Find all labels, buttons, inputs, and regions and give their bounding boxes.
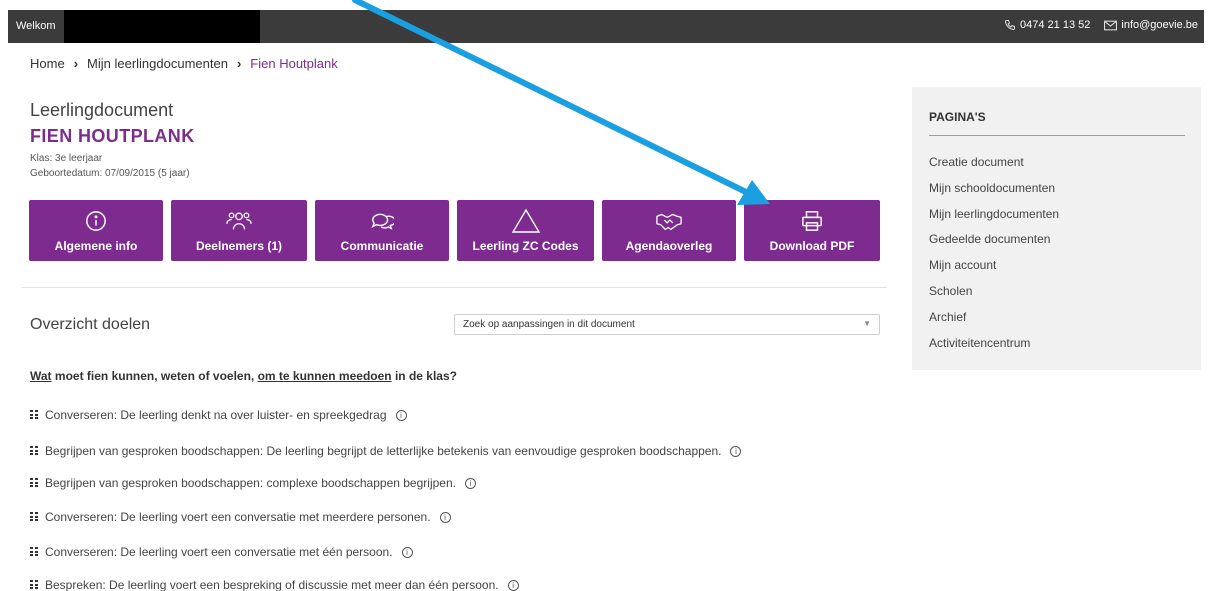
- phone-icon: [1004, 19, 1016, 31]
- redacted-username: [64, 10, 260, 43]
- algemene-info-label: Algemene info: [54, 238, 138, 253]
- drag-handle-icon[interactable]: [30, 547, 39, 557]
- goals-question: Wat moet fien kunnen, weten of voelen, o…: [30, 369, 457, 383]
- goal-item[interactable]: Converseren: De leerling voert een conve…: [30, 545, 413, 559]
- breadcrumb-home[interactable]: Home: [30, 56, 65, 71]
- search-select[interactable]: Zoek op aanpassingen in dit document ▼: [454, 314, 880, 335]
- chevron-down-icon: ▼: [863, 319, 871, 328]
- sidebar-item-activiteitencentrum[interactable]: Activiteitencentrum: [929, 336, 1059, 362]
- contact-info: 0474 21 13 52 info@goevie.be: [1004, 19, 1198, 31]
- info-icon[interactable]: i: [730, 445, 742, 457]
- agendaoverleg-button[interactable]: Agendaoverleg: [602, 200, 736, 261]
- page-title: FIEN HOUTPLANK: [30, 126, 195, 146]
- leerling-zc-codes-button[interactable]: Leerling ZC Codes: [457, 200, 594, 261]
- sidebar-item-gedeelde-documenten[interactable]: Gedeelde documenten: [929, 232, 1059, 258]
- question-text-end: in de klas?: [391, 369, 457, 383]
- breadcrumb-mijn-leerlingdocumenten[interactable]: Mijn leerlingdocumenten: [87, 56, 228, 71]
- email-address: info@goevie.be: [1121, 19, 1198, 31]
- sidebar-item-mijn-account[interactable]: Mijn account: [929, 258, 1059, 284]
- welcome-text: Welkom: [16, 20, 56, 32]
- goal-text: Begrijpen van gesproken boodschappen: co…: [45, 476, 456, 490]
- goal-item[interactable]: Converseren: De leerling voert een conve…: [30, 510, 451, 524]
- goal-text: Bespreken: De leerling voert een besprek…: [45, 578, 499, 591]
- goal-text: Converseren: De leerling voert een conve…: [45, 545, 393, 559]
- goal-item[interactable]: Bespreken: De leerling voert een besprek…: [30, 578, 519, 591]
- top-bar: Welkom 0474 21 13 52 info@goevie.be: [8, 10, 1204, 43]
- drag-handle-icon[interactable]: [30, 446, 39, 456]
- handshake-icon: [656, 209, 682, 233]
- info-icon[interactable]: i: [507, 579, 519, 591]
- printer-icon: [801, 209, 823, 233]
- search-select-placeholder: Zoek op aanpassingen in dit document: [463, 319, 635, 330]
- communicatie-button[interactable]: Communicatie: [315, 200, 449, 261]
- breadcrumb-current: Fien Houtplank: [250, 56, 338, 71]
- goal-text: Begrijpen van gesproken boodschappen: De…: [45, 444, 722, 458]
- goal-item[interactable]: Begrijpen van gesproken boodschappen: co…: [30, 476, 476, 490]
- goal-item[interactable]: Converseren: De leerling denkt na over l…: [30, 408, 407, 422]
- sidebar-item-creatie-document[interactable]: Creatie document: [929, 155, 1059, 181]
- drag-handle-icon[interactable]: [30, 512, 39, 522]
- chevron-right-icon: ›: [73, 56, 79, 71]
- people-icon: [226, 209, 252, 233]
- sidebar: PAGINA'S Creatie document Mijn schooldoc…: [912, 87, 1201, 370]
- deelnemers-label: Deelnemers (1): [195, 238, 283, 253]
- info-icon: [85, 209, 107, 233]
- sidebar-divider: [929, 135, 1185, 136]
- phone-number: 0474 21 13 52: [1020, 19, 1091, 31]
- goal-item[interactable]: Begrijpen van gesproken boodschappen: De…: [30, 444, 742, 458]
- info-icon[interactable]: i: [395, 409, 407, 421]
- sidebar-item-mijn-schooldocumenten[interactable]: Mijn schooldocumenten: [929, 181, 1059, 207]
- class-info: Klas: 3e leerjaar: [30, 153, 103, 164]
- deelnemers-button[interactable]: Deelnemers (1): [171, 200, 307, 261]
- drag-handle-icon[interactable]: [30, 410, 39, 420]
- info-icon[interactable]: i: [401, 546, 413, 558]
- triangle-icon: [511, 208, 541, 233]
- sidebar-title: PAGINA'S: [929, 110, 986, 124]
- sidebar-item-mijn-leerlingdocumenten[interactable]: Mijn leerlingdocumenten: [929, 207, 1059, 233]
- question-link-wat[interactable]: Wat: [30, 369, 52, 383]
- chevron-right-icon: ›: [236, 56, 242, 71]
- goal-text: Converseren: De leerling voert een conve…: [45, 510, 431, 524]
- info-icon[interactable]: i: [439, 511, 451, 523]
- email-link[interactable]: info@goevie.be: [1104, 19, 1198, 31]
- agendaoverleg-label: Agendaoverleg: [625, 238, 713, 253]
- drag-handle-icon[interactable]: [30, 478, 39, 488]
- info-icon[interactable]: i: [464, 477, 476, 489]
- overview-title: Overzicht doelen: [30, 316, 151, 333]
- drag-handle-icon[interactable]: [30, 580, 39, 590]
- phone-link[interactable]: 0474 21 13 52: [1004, 19, 1090, 31]
- download-pdf-label: Download PDF: [769, 238, 855, 253]
- download-pdf-button[interactable]: Download PDF: [744, 200, 880, 261]
- breadcrumb: Home › Mijn leerlingdocumenten › Fien Ho…: [30, 56, 338, 71]
- question-text: moet fien kunnen, weten of voelen,: [51, 369, 258, 383]
- chat-icon: [370, 209, 394, 233]
- communicatie-label: Communicatie: [340, 238, 424, 253]
- leerling-zc-codes-label: Leerling ZC Codes: [472, 238, 579, 253]
- mail-icon: [1104, 20, 1118, 31]
- goal-text: Converseren: De leerling denkt na over l…: [45, 408, 387, 422]
- sidebar-item-archief[interactable]: Archief: [929, 310, 1059, 336]
- question-link-meedoen[interactable]: om te kunnen meedoen: [258, 369, 392, 383]
- page-subtitle: Leerlingdocument: [30, 100, 174, 120]
- divider: [22, 287, 887, 288]
- birthdate-info: Geboortedatum: 07/09/2015 (5 jaar): [30, 168, 190, 179]
- sidebar-item-scholen[interactable]: Scholen: [929, 284, 1059, 310]
- sidebar-menu: Creatie document Mijn schooldocumenten M…: [929, 155, 1059, 361]
- algemene-info-button[interactable]: Algemene info: [29, 200, 163, 261]
